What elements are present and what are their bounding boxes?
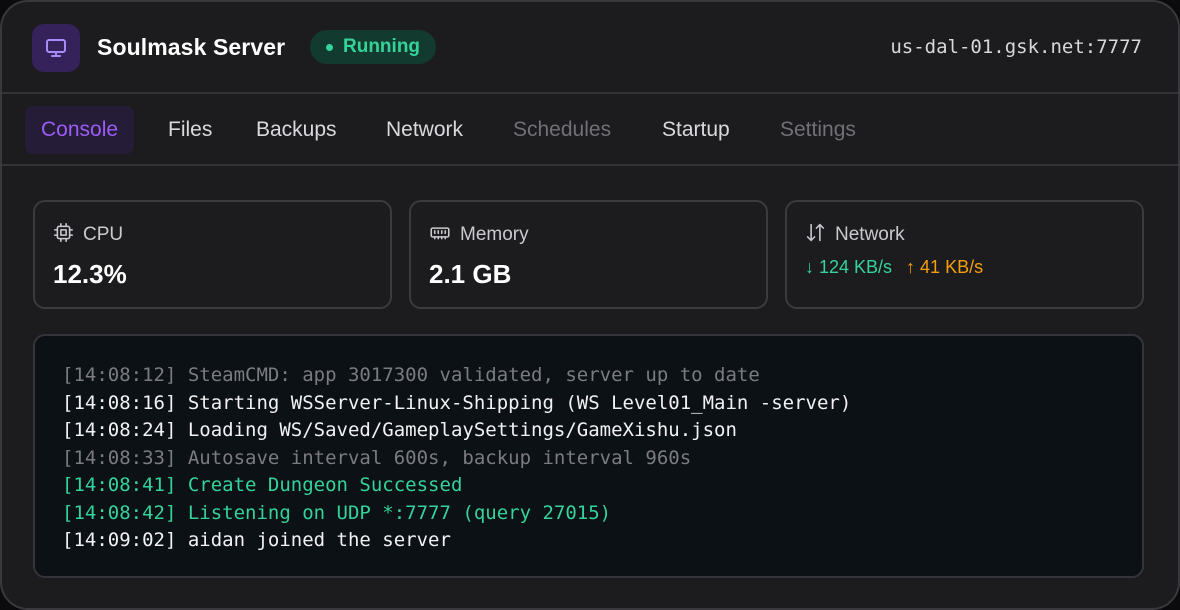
tab-console[interactable]: Console: [25, 106, 135, 154]
console-timestamp: [14:08:24]: [62, 419, 177, 441]
console-timestamp: [14:08:12]: [62, 364, 177, 386]
console-timestamp: [14:08:33]: [62, 446, 177, 469]
memory-card-header: Memory: [429, 222, 529, 248]
network-rates: ↓ 124 KB/s ↑ 41 KB/s: [805, 257, 983, 278]
console-line: [14:08:42] Listening on UDP *:7777 (quer…: [62, 500, 851, 528]
tab-backups[interactable]: Backups: [240, 106, 353, 154]
status-badge: Running: [310, 30, 437, 64]
transfer-arrows-icon: [805, 222, 826, 248]
cpu-card-header: CPU: [53, 222, 123, 248]
memory-icon: [429, 222, 451, 248]
console-message: aidan joined the server: [187, 529, 451, 551]
tab-settings[interactable]: Settings: [764, 106, 872, 154]
console-line: [14:08:24] Loading WS/Saved/GameplaySett…: [62, 417, 851, 445]
server-name: Soulmask Server: [97, 34, 286, 60]
console-timestamp: [14:09:02]: [62, 529, 177, 551]
cpu-value: 12.3%: [53, 259, 127, 289]
console-timestamp: [14:08:42]: [62, 501, 177, 524]
console-line: [14:09:02] aidan joined the server: [62, 527, 851, 555]
console-line: [14:08:33] Autosave interval 600s, backu…: [62, 445, 851, 473]
tab-bar: Console Files Backups Network Schedules …: [2, 94, 1178, 166]
console-output[interactable]: [14:08:12] SteamCMD: app 3017300 validat…: [33, 334, 1144, 578]
console-timestamp: [14:08:16]: [62, 391, 177, 414]
server-panel: Soulmask Server Running us-dal-01.gsk.ne…: [0, 0, 1180, 610]
console-message: Create Dungeon Successed: [187, 474, 463, 496]
console-message: Autosave interval 600s, backup interval …: [187, 446, 692, 469]
tab-schedules[interactable]: Schedules: [497, 106, 627, 154]
network-card: Network ↓ 124 KB/s ↑ 41 KB/s: [785, 200, 1144, 309]
monitor-icon: [32, 24, 80, 72]
console-message: Starting WSServer-Linux-Shipping (WS Lev…: [187, 391, 852, 414]
status-dot-icon: [326, 43, 333, 51]
status-text: Running: [343, 36, 421, 57]
cpu-label: CPU: [83, 224, 124, 245]
server-header: Soulmask Server Running us-dal-01.gsk.ne…: [2, 2, 1178, 94]
memory-label: Memory: [460, 224, 529, 245]
tab-network[interactable]: Network: [370, 106, 479, 154]
console-line: [14:08:16] Starting WSServer-Linux-Shipp…: [62, 390, 851, 418]
cpu-icon: [53, 222, 74, 248]
memory-card: Memory 2.1 GB: [409, 200, 768, 309]
tab-startup[interactable]: Startup: [646, 106, 746, 154]
upload-rate: ↑ 41 KB/s: [906, 257, 984, 277]
console-line: [14:08:12] SteamCMD: app 3017300 validat…: [62, 362, 851, 390]
memory-value: 2.1 GB: [429, 259, 512, 289]
console-message: SteamCMD: app 3017300 validated, server …: [187, 364, 760, 386]
server-address: us-dal-01.gsk.net:7777: [890, 36, 1142, 58]
download-rate: ↓ 124 KB/s: [805, 257, 893, 277]
network-label: Network: [835, 224, 905, 245]
tab-files[interactable]: Files: [152, 106, 228, 154]
console-log: [14:08:12] SteamCMD: app 3017300 validat…: [62, 362, 851, 555]
network-card-header: Network: [805, 222, 905, 248]
console-message: Loading WS/Saved/GameplaySettings/GameXi…: [187, 419, 737, 441]
console-timestamp: [14:08:41]: [62, 474, 177, 496]
cpu-card: CPU 12.3%: [33, 200, 392, 309]
console-line: [14:08:41] Create Dungeon Successed: [62, 472, 851, 500]
console-message: Listening on UDP *:7777 (query 27015): [187, 501, 612, 524]
